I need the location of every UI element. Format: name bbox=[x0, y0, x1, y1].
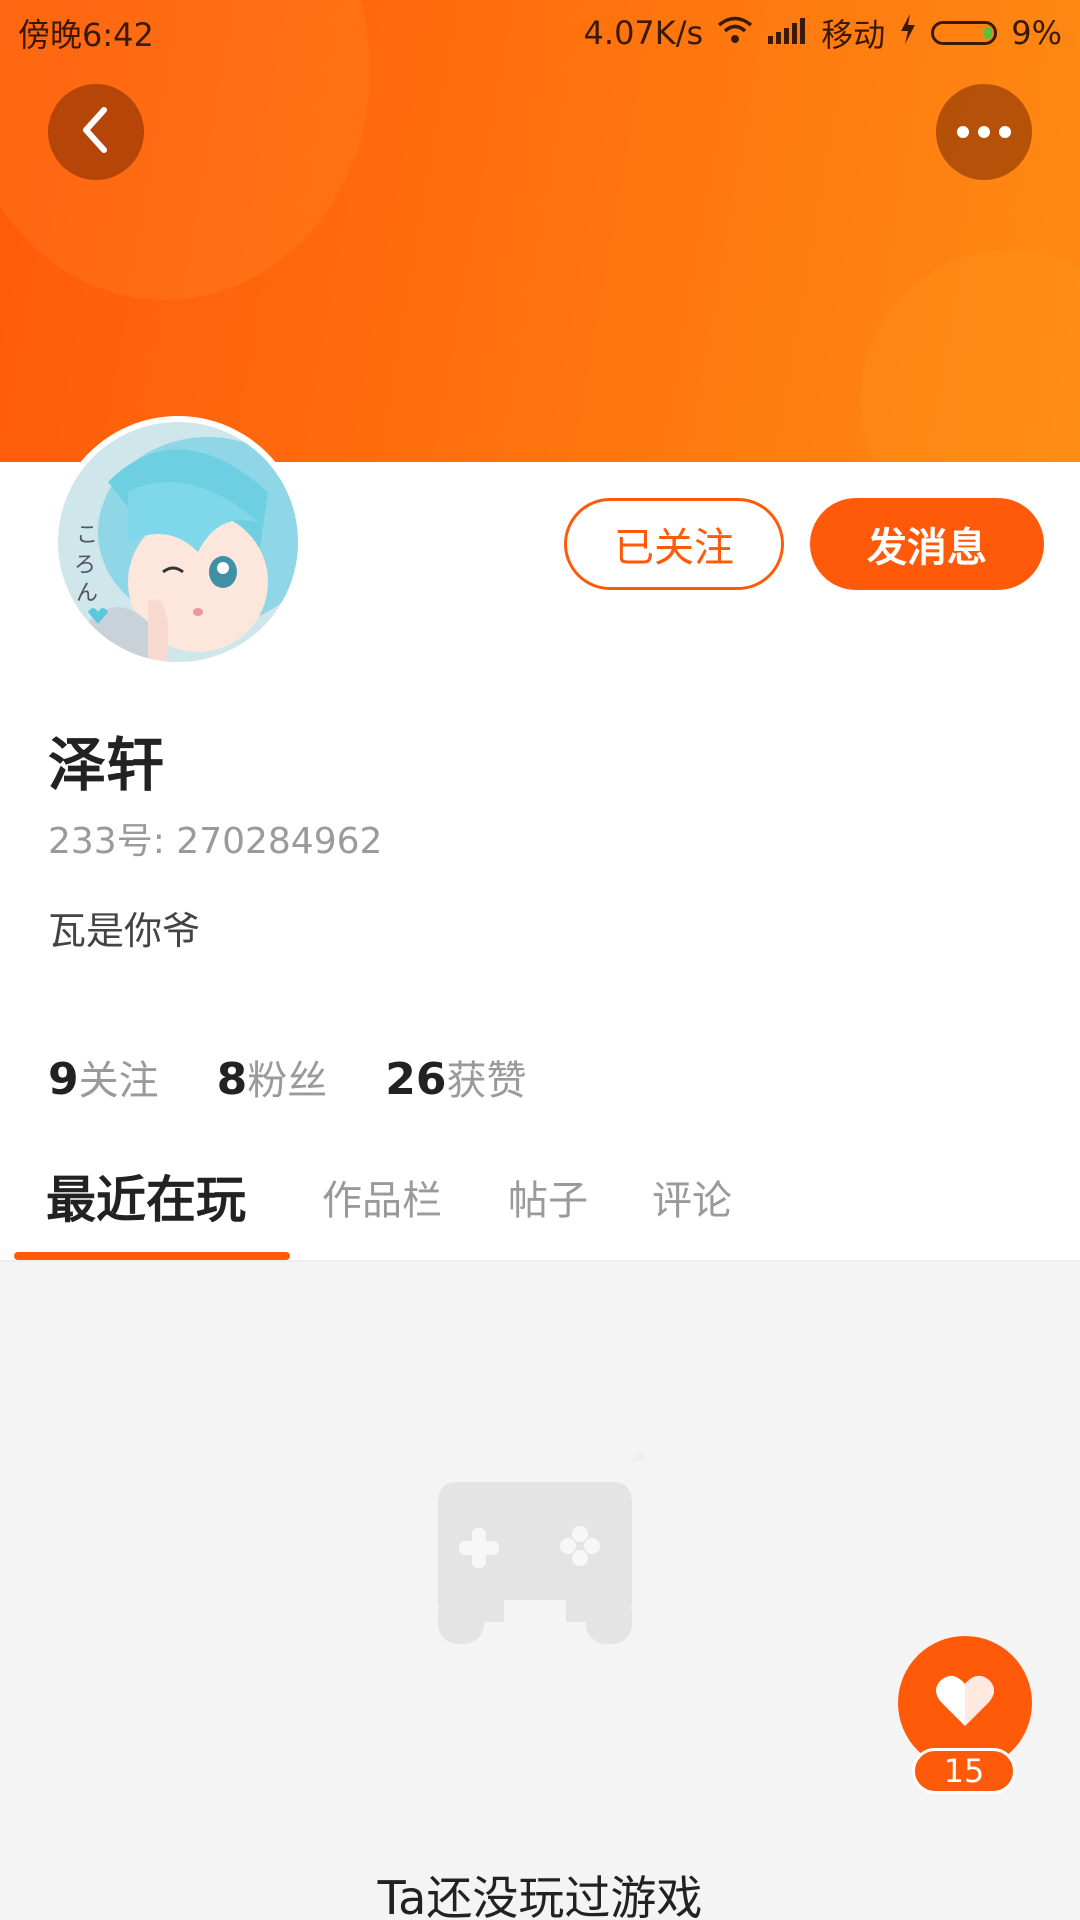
svg-text:ろ: ろ bbox=[74, 553, 96, 578]
charging-icon bbox=[899, 14, 917, 52]
stat-following-count: 9 bbox=[48, 1054, 79, 1105]
avatar[interactable]: こ ろ ん bbox=[52, 416, 304, 668]
battery-icon bbox=[931, 21, 998, 45]
stat-fans-count: 8 bbox=[216, 1054, 248, 1105]
stat-fans-label: 粉丝 bbox=[247, 1058, 328, 1104]
more-dots-icon bbox=[957, 126, 1011, 138]
tab-comments[interactable]: 评论 bbox=[652, 1168, 732, 1226]
user-id: 233号: 270284962 bbox=[48, 821, 383, 862]
tab-recently-played[interactable]: 最近在玩 bbox=[46, 1160, 246, 1232]
svg-text:こ: こ bbox=[76, 523, 98, 548]
stat-likes[interactable]: 26 获赞 bbox=[385, 1048, 526, 1106]
signal-icon bbox=[767, 14, 807, 52]
heart-icon bbox=[935, 1674, 995, 1732]
svg-text:ん: ん bbox=[76, 581, 98, 606]
more-button[interactable] bbox=[936, 84, 1032, 180]
status-right: 4.07K/s 移动 9% bbox=[584, 10, 1062, 56]
tab-posts[interactable]: 帖子 bbox=[508, 1168, 588, 1226]
like-count-badge: 15 bbox=[912, 1748, 1016, 1794]
stat-likes-count: 26 bbox=[385, 1054, 447, 1105]
avatar-image: こ ろ ん bbox=[58, 422, 298, 662]
stats-row: 9 关注 8 粉丝 26 获赞 bbox=[48, 1048, 526, 1106]
tab-bar: 最近在玩 作品栏 帖子 评论 bbox=[0, 1150, 1080, 1262]
username: 泽轩 bbox=[48, 731, 165, 799]
battery-level: 9% bbox=[1011, 14, 1062, 52]
stat-following[interactable]: 9 关注 bbox=[48, 1048, 159, 1106]
wifi-icon bbox=[717, 14, 753, 52]
gamepad-icon bbox=[390, 1422, 690, 1702]
followed-button[interactable]: 已关注 bbox=[564, 498, 784, 590]
tab-works[interactable]: 作品栏 bbox=[322, 1168, 442, 1226]
chevron-left-icon bbox=[76, 105, 116, 159]
carrier-name: 移动 bbox=[821, 16, 886, 54]
content-area: Ta还没玩过游戏 bbox=[0, 1262, 1080, 1920]
header-banner bbox=[0, 0, 1080, 462]
stat-likes-label: 获赞 bbox=[446, 1058, 527, 1104]
send-message-button[interactable]: 发消息 bbox=[810, 498, 1044, 590]
empty-state-text: Ta还没玩过游戏 bbox=[377, 1871, 703, 1920]
status-bar: 傍晚6:42 4.07K/s 移动 9% bbox=[0, 0, 1080, 60]
profile-page: 傍晚6:42 4.07K/s 移动 9% こ ろ ん 已关注 发消息 泽轩 23… bbox=[0, 0, 1080, 1920]
back-button[interactable] bbox=[48, 84, 144, 180]
network-speed: 4.07K/s bbox=[583, 14, 704, 52]
stat-following-label: 关注 bbox=[78, 1058, 159, 1104]
stat-fans[interactable]: 8 粉丝 bbox=[217, 1048, 328, 1106]
status-time: 傍晚6:42 bbox=[18, 16, 154, 54]
tab-indicator bbox=[14, 1252, 290, 1260]
banner-decoration bbox=[860, 250, 1080, 462]
user-bio: 瓦是你爷 bbox=[48, 909, 201, 953]
